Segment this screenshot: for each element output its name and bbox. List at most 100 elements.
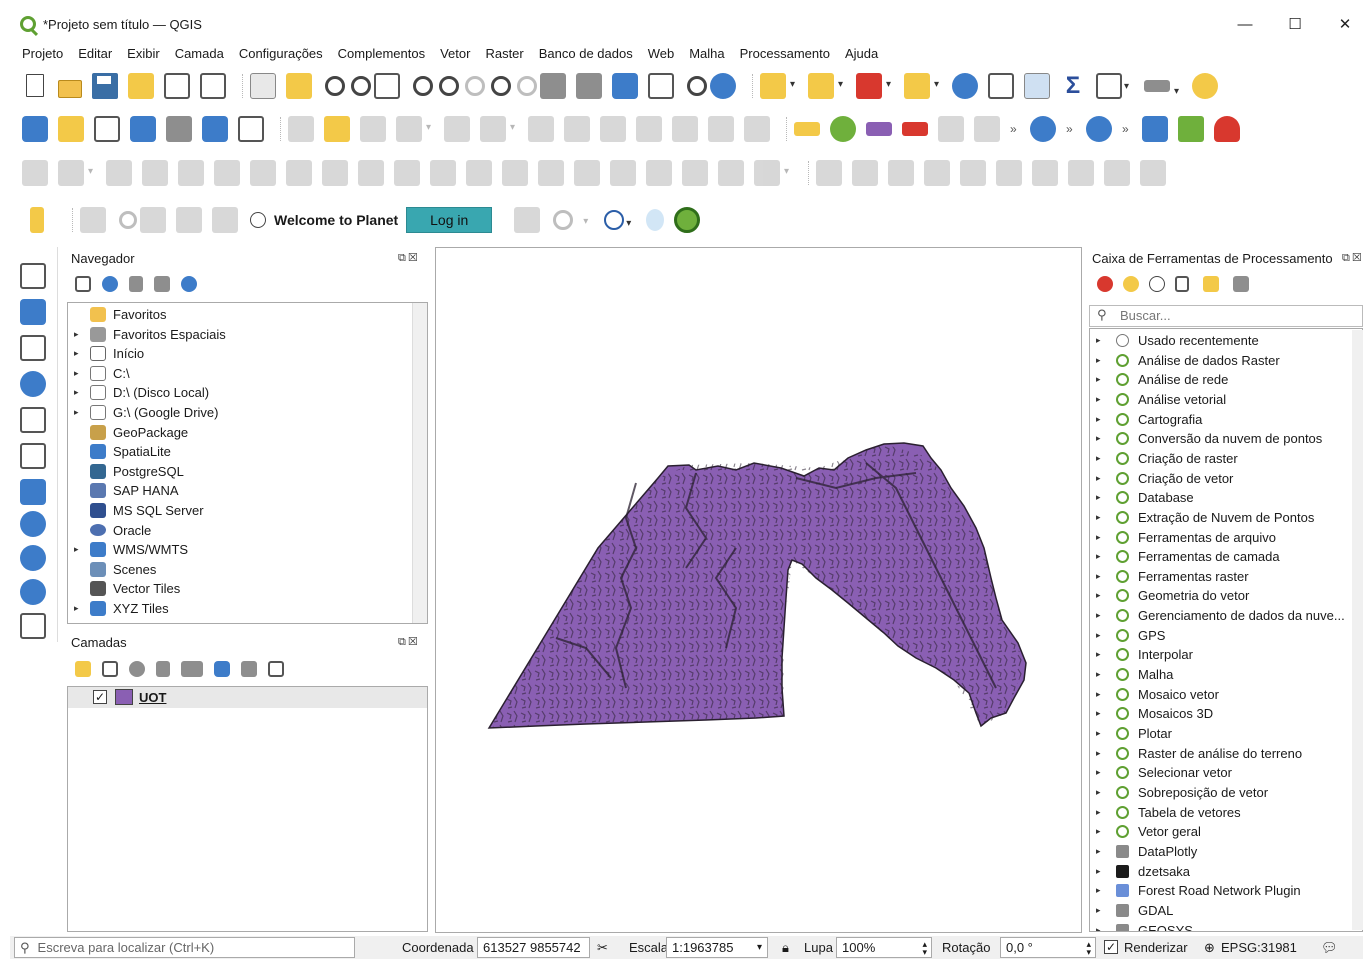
annotation-text-icon[interactable] [852, 160, 878, 186]
toolbox-item[interactable]: ▸ Ferramentas de arquivo [1090, 528, 1276, 547]
toolbox-item[interactable]: ▸ GDAL [1090, 901, 1173, 920]
new-memory-layer-icon[interactable] [166, 116, 192, 142]
new-spatialite-icon[interactable] [130, 116, 156, 142]
planet-basemap-icon[interactable] [140, 207, 166, 233]
refresh-icon[interactable] [710, 73, 736, 99]
expand-arrow-icon[interactable]: ▸ [1096, 689, 1106, 700]
browser-scrollbar[interactable] [412, 303, 427, 623]
layer-name-uot[interactable]: UOT [139, 690, 166, 705]
expand-arrow-icon[interactable]: ▸ [1096, 807, 1106, 818]
plugin-reload-icon[interactable] [1178, 116, 1204, 142]
expand-arrow-icon[interactable]: ▸ [1096, 925, 1106, 932]
menu-processamento[interactable]: Processamento [740, 46, 830, 61]
add-wcs-icon[interactable] [20, 579, 46, 605]
expand-arrow-icon[interactable]: ▸ [1096, 453, 1106, 464]
annotation-picture-icon[interactable] [1032, 160, 1058, 186]
menu-web[interactable]: Web [648, 46, 675, 61]
remove-layer-icon[interactable] [268, 661, 284, 677]
toolbox-item[interactable]: ▸ Criação de vetor [1090, 469, 1233, 488]
menu-ajuda[interactable]: Ajuda [845, 46, 878, 61]
toolbox-item[interactable]: ▸ Análise de rede [1090, 370, 1228, 389]
browser-item[interactable]: Scenes [68, 560, 156, 579]
coordinate-field[interactable]: 613527 9855742 [477, 937, 590, 958]
split-features-icon[interactable] [358, 160, 384, 186]
maximize-button[interactable]: ☐ [1272, 11, 1318, 37]
layers-panel-controls[interactable]: ⧉☒ [398, 635, 420, 649]
magnifier-spinbox[interactable]: 100% ▴ ▾ [836, 937, 932, 958]
browser-item[interactable]: Vector Tiles [68, 579, 180, 598]
more-chevron-icon[interactable]: » [1122, 116, 1136, 142]
browser-item[interactable]: ▸ Início [68, 344, 144, 363]
temporal-controller-icon[interactable] [612, 73, 638, 99]
current-edits-icon[interactable] [288, 116, 314, 142]
toolbox-item[interactable]: ▸ Análise de dados Raster [1090, 351, 1280, 370]
select-features-icon[interactable] [760, 73, 795, 99]
expand-arrow-icon[interactable]: ▸ [1096, 649, 1106, 660]
expand-arrow-icon[interactable]: ▸ [1096, 669, 1106, 680]
new-project-icon[interactable] [22, 73, 48, 99]
layer-styling-icon[interactable] [75, 661, 91, 677]
lightning-icon[interactable] [30, 207, 44, 233]
menu-editar[interactable]: Editar [78, 46, 112, 61]
crs-globe-icon[interactable]: ⊕ [1204, 940, 1215, 956]
zoom-full-icon[interactable] [374, 73, 400, 99]
new-3d-map-icon[interactable] [576, 73, 602, 99]
layer-diagram-icon[interactable] [830, 116, 856, 142]
help-icon[interactable] [1142, 116, 1168, 142]
show-hide-labels-icon[interactable] [938, 116, 964, 142]
filter-legend-icon[interactable] [156, 661, 170, 677]
planet-info-icon[interactable] [604, 210, 631, 230]
toolbox-item[interactable]: ▸ Criação de raster [1090, 449, 1238, 468]
style-manager-icon[interactable] [200, 73, 226, 99]
planet-satellite-icon[interactable] [212, 207, 238, 233]
annotation-remove-icon[interactable] [1140, 160, 1166, 186]
models-gear-icon[interactable] [1097, 276, 1113, 292]
messages-icon[interactable]: 💬︎ [1321, 940, 1338, 956]
add-geopackage-icon[interactable] [58, 116, 84, 142]
expand-arrow-icon[interactable]: ▸ [74, 407, 84, 418]
expand-arrow-icon[interactable]: ▸ [74, 368, 84, 379]
more-chevron-icon[interactable]: » [1010, 116, 1024, 142]
planet-orders-icon[interactable] [553, 210, 574, 230]
print-layout-icon[interactable] [164, 73, 190, 99]
toolbox-item[interactable]: ▸ DataPlotly [1090, 842, 1197, 861]
expand-arrow-icon[interactable]: ▸ [1096, 571, 1106, 582]
new-shapefile-icon[interactable] [94, 116, 120, 142]
filter-expression-icon[interactable] [181, 661, 203, 677]
toolbox-item[interactable]: ▸ Mosaicos 3D [1090, 704, 1213, 723]
expand-arrow-icon[interactable]: ▸ [1096, 532, 1106, 543]
statistics-sigma-icon[interactable]: Σ [1060, 73, 1086, 99]
expand-all-icon[interactable] [214, 661, 230, 677]
toolbox-item[interactable]: ▸ Geometria do vetor [1090, 586, 1249, 605]
planet-login-button[interactable]: Log in [406, 207, 493, 233]
move-feature-icon[interactable] [480, 116, 515, 142]
browser-item[interactable]: ▸ Favoritos Espaciais [68, 325, 226, 344]
menu-complementos[interactable]: Complementos [338, 46, 425, 61]
browser-item[interactable]: SpatiaLite [68, 442, 171, 461]
shape-digitize-icon[interactable] [754, 160, 789, 186]
browser-item[interactable]: PostgreSQL [68, 462, 184, 481]
open-table-icon[interactable] [1096, 73, 1129, 99]
zoom-next-icon[interactable] [517, 76, 537, 96]
add-postgis-icon[interactable] [20, 479, 46, 505]
menu-vetor[interactable]: Vetor [440, 46, 470, 61]
redo-icon[interactable] [744, 116, 770, 142]
delete-ring-icon[interactable] [178, 160, 204, 186]
annotation-point-icon[interactable] [996, 160, 1022, 186]
planet-globe-icon[interactable] [646, 209, 665, 231]
browser-tree[interactable]: Favoritos ▸ Favoritos Espaciais ▸ Início ▸ C:\… [67, 302, 428, 624]
annotation-polygon-icon[interactable] [924, 160, 950, 186]
expand-arrow-icon[interactable]: ▸ [1096, 846, 1106, 857]
save-edits-icon[interactable] [360, 116, 386, 142]
magnet-snapping-icon[interactable] [1214, 116, 1240, 142]
toolbox-item[interactable]: ▸ Mosaico vetor [1090, 685, 1219, 704]
toolbox-item[interactable]: ▸ Análise vetorial [1090, 390, 1226, 409]
browser-item[interactable]: Oracle [68, 521, 151, 540]
menu-raster[interactable]: Raster [485, 46, 523, 61]
planet-chart-icon[interactable] [80, 207, 106, 233]
save-as-icon[interactable] [128, 73, 154, 99]
expand-arrow-icon[interactable]: ▸ [1096, 767, 1106, 778]
expand-arrow-icon[interactable]: ▸ [1096, 787, 1106, 798]
clock-icon[interactable] [687, 76, 707, 96]
toolbox-item[interactable]: ▸ Interpolar [1090, 645, 1193, 664]
